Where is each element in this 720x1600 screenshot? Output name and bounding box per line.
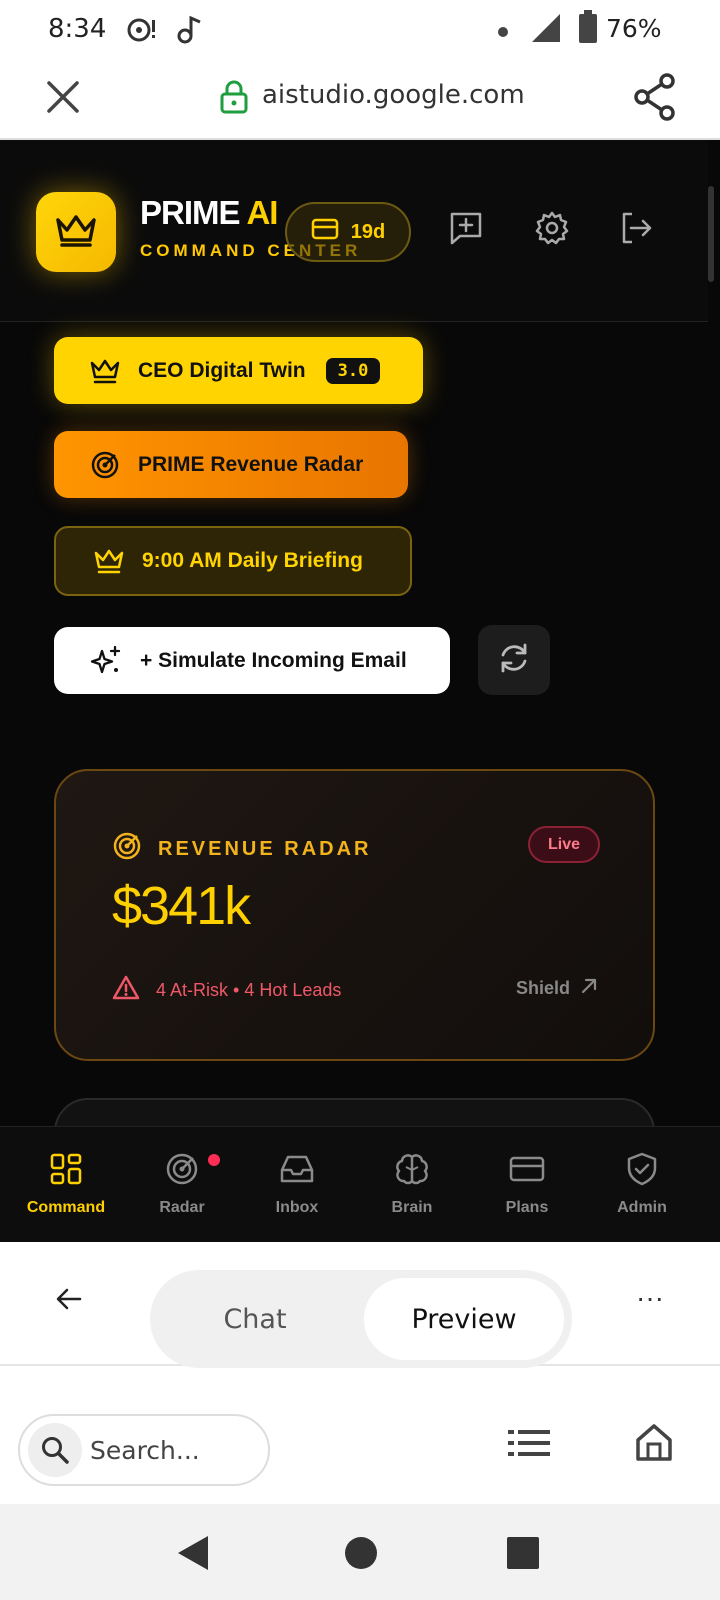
chat-tab[interactable]: Chat: [150, 1270, 360, 1368]
browser-url-bar: aistudio.google.com: [0, 58, 720, 140]
more-options-button[interactable]: ···: [636, 1282, 664, 1314]
tab-inbox[interactable]: Inbox: [239, 1127, 355, 1242]
crown-icon: [94, 548, 124, 574]
status-bar: 8:34 76%: [0, 0, 720, 58]
tab-label: Inbox: [275, 1199, 319, 1216]
nav-back-icon[interactable]: [176, 1534, 210, 1577]
signal-icon: [530, 12, 562, 49]
revenue-amount: $341k: [112, 876, 251, 936]
card-icon: [311, 218, 339, 246]
tab-command[interactable]: Command: [8, 1127, 124, 1242]
new-message-icon[interactable]: [448, 210, 484, 251]
radar-icon: [165, 1151, 199, 1187]
nav-recents-icon[interactable]: [506, 1536, 540, 1575]
tab-label: Radar: [159, 1199, 205, 1216]
version-badge: 3.0: [325, 357, 381, 384]
nav-home-icon[interactable]: [344, 1536, 378, 1575]
crown-icon: [54, 212, 98, 253]
back-arrow-icon[interactable]: [54, 1284, 84, 1319]
share-icon[interactable]: [632, 72, 678, 127]
url-text[interactable]: aistudio.google.com: [262, 80, 525, 110]
scrollbar-thumb[interactable]: [708, 186, 714, 282]
notification-dot-icon: [498, 24, 508, 42]
simulate-email-button[interactable]: + Simulate Incoming Email: [54, 627, 450, 694]
battery-percentage: 76%: [606, 14, 662, 43]
card-title-text: REVENUE RADAR: [158, 837, 372, 860]
refresh-icon: [497, 641, 531, 680]
chat-preview-toggle: Chat Preview: [150, 1270, 572, 1368]
radar-icon: [112, 831, 142, 867]
revenue-radar-button[interactable]: PRIME Revenue Radar: [54, 431, 408, 498]
warning-icon: [112, 975, 140, 1006]
bottom-tab-bar: Command Radar Inbox Brain Plans Admin: [0, 1126, 720, 1242]
tab-plans[interactable]: Plans: [469, 1127, 585, 1242]
shield-check-icon: [626, 1151, 658, 1187]
list-icon[interactable]: [508, 1428, 552, 1463]
tab-radar[interactable]: Radar: [124, 1127, 240, 1242]
tab-label: Command: [26, 1199, 106, 1216]
risk-summary: 4 At-Risk • 4 Hot Leads: [112, 975, 341, 1006]
preview-tab[interactable]: Preview: [364, 1278, 564, 1360]
lock-icon: [220, 80, 248, 119]
live-badge: Live: [528, 826, 600, 863]
crown-icon: [90, 358, 120, 384]
daily-briefing-label: 9:00 AM Daily Briefing: [142, 549, 363, 572]
risk-summary-text: 4 At-Risk • 4 Hot Leads: [156, 980, 342, 1000]
gear-icon[interactable]: [534, 210, 570, 251]
status-time: 8:34: [48, 14, 107, 44]
browser-bottom-bar: Search...: [0, 1368, 720, 1504]
radar-icon: [90, 450, 120, 480]
logout-icon[interactable]: [618, 210, 654, 251]
music-note-icon: [176, 14, 204, 49]
app-header: PRIME AI COMMAND CENTER 19d: [0, 140, 708, 322]
search-icon: [28, 1423, 82, 1477]
brand-title: PRIME AI: [140, 194, 278, 232]
radar-notification-dot: [208, 1154, 220, 1166]
app-viewport: PRIME AI COMMAND CENTER 19d CEO Digital …: [0, 140, 720, 1242]
arrow-up-right-icon: [580, 977, 598, 1000]
revenue-radar-label: PRIME Revenue Radar: [138, 452, 364, 476]
inbox-icon: [279, 1151, 315, 1187]
app-logo: [36, 192, 116, 272]
brand-accent: AI: [246, 194, 278, 231]
tab-admin[interactable]: Admin: [584, 1127, 700, 1242]
home-icon[interactable]: [634, 1422, 674, 1467]
daily-briefing-button[interactable]: 9:00 AM Daily Briefing: [54, 526, 412, 596]
media-notification-icon: [126, 14, 158, 49]
shield-link-label: Shield: [516, 978, 571, 998]
trial-days-pill[interactable]: 19d: [285, 202, 411, 262]
tab-label: Admin: [617, 1199, 667, 1216]
sparkles-icon: [90, 645, 122, 677]
ceo-digital-twin-label: CEO Digital Twin: [138, 358, 306, 382]
tab-label: Plans: [505, 1199, 549, 1216]
refresh-button[interactable]: [478, 625, 550, 695]
search-placeholder: Search...: [90, 1435, 200, 1465]
grid-icon: [50, 1151, 82, 1187]
chat-preview-bar: Chat Preview ···: [0, 1242, 720, 1368]
card-title: REVENUE RADAR: [112, 831, 371, 867]
system-navigation-bar: [0, 1504, 720, 1600]
card-icon: [509, 1151, 545, 1187]
tab-label: Brain: [391, 1199, 433, 1216]
tab-brain[interactable]: Brain: [354, 1127, 470, 1242]
battery-icon: [578, 10, 598, 49]
close-icon[interactable]: [42, 76, 84, 123]
shield-link[interactable]: Shield: [516, 977, 598, 1000]
brand-main: PRIME: [140, 194, 241, 231]
revenue-radar-card[interactable]: REVENUE RADAR Live $341k 4 At-Risk • 4 H…: [54, 769, 655, 1061]
brain-icon: [395, 1151, 429, 1187]
trial-days: 19d: [350, 220, 386, 243]
ceo-digital-twin-button[interactable]: CEO Digital Twin 3.0: [54, 337, 423, 404]
simulate-email-label: + Simulate Incoming Email: [140, 648, 407, 672]
search-input[interactable]: Search...: [18, 1414, 270, 1486]
